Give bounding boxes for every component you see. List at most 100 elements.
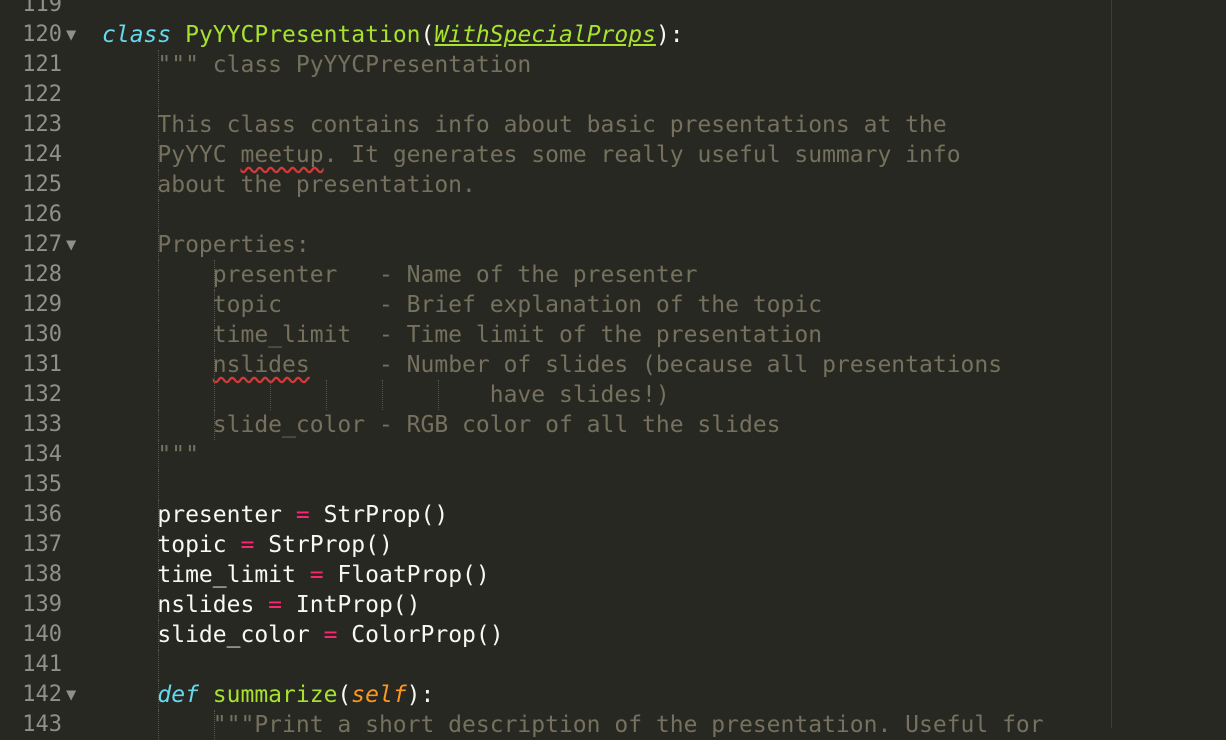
token-inh: WithSpecialProps	[434, 22, 656, 48]
code-line[interactable]: 137 topic = StrProp()	[0, 530, 1226, 560]
token-op: =	[268, 592, 283, 618]
token-op: =	[323, 622, 338, 648]
line-number: 127	[22, 232, 62, 257]
token-doc: """Print a short description of the pres…	[212, 712, 1044, 738]
fold-arrow-icon[interactable]: ▼	[66, 230, 76, 260]
spellcheck-word: meetup	[240, 142, 324, 168]
code-text: topic - Brief explanation of the topic	[102, 290, 822, 320]
code-line[interactable]: 122	[0, 80, 1226, 110]
token-plain: IntProp()	[282, 592, 421, 618]
code-line[interactable]: 133 slide_color - RGB color of all the s…	[0, 410, 1226, 440]
code-text: """ class PyYYCPresentation	[102, 50, 531, 80]
token-plain: ColorProp()	[337, 622, 504, 648]
line-number: 139	[22, 592, 62, 617]
code-text: def summarize(self):	[102, 680, 434, 710]
code-text: time_limit - Time limit of the presentat…	[102, 320, 822, 350]
fold-arrow-icon[interactable]: ▼	[66, 20, 76, 50]
fold-arrow-icon[interactable]: ▼	[66, 680, 76, 710]
code-text: slide_color - RGB color of all the slide…	[102, 410, 781, 440]
line-number: 129	[22, 292, 62, 317]
line-number: 121	[22, 52, 62, 77]
token-doc: PyYYC	[157, 142, 241, 168]
line-number: 134	[22, 442, 62, 467]
code-line[interactable]: 138 time_limit = FloatProp()	[0, 560, 1226, 590]
code-line[interactable]: 125 about the presentation.	[0, 170, 1226, 200]
token-op: =	[309, 562, 324, 588]
line-number: 142	[22, 682, 62, 707]
token-doc: """ class PyYYCPresentation	[157, 52, 532, 78]
line-number: 138	[22, 562, 62, 587]
code-line[interactable]: 135	[0, 470, 1226, 500]
code-line[interactable]: 128 presenter - Name of the presenter	[0, 260, 1226, 290]
indent-guide	[158, 80, 159, 110]
code-line[interactable]: 120 ▼ class PyYYCPresentation(WithSpecialP…	[0, 20, 1226, 50]
token-doc: - Number of slides (because all presenta…	[309, 352, 1003, 378]
token-plain: nslides	[102, 592, 269, 618]
code-text: nslides = IntProp()	[102, 590, 421, 620]
token-plain: (	[337, 682, 352, 708]
token-plain: presenter	[102, 502, 296, 528]
code-editor[interactable]: 119 120 ▼ class PyYYCPresentation(WithSpeci…	[0, 0, 1226, 740]
code-text: class PyYYCPresentation(WithSpecialProps…	[102, 20, 684, 50]
code-text: This class contains info about basic pre…	[102, 110, 946, 140]
code-line[interactable]: 127 ▼ Properties:	[0, 230, 1226, 260]
code-line[interactable]: 136 presenter = StrProp()	[0, 500, 1226, 530]
line-number: 128	[22, 262, 62, 287]
code-line[interactable]: 121 """ class PyYYCPresentation	[0, 50, 1226, 80]
token-doc: Properties:	[157, 232, 310, 258]
line-number: 120	[22, 22, 62, 47]
spellcheck-word: nslides	[212, 352, 310, 378]
token-kw: def	[157, 682, 199, 708]
code-text: """	[102, 440, 199, 470]
token-plain: FloatProp()	[323, 562, 490, 588]
code-line[interactable]: 134 """	[0, 440, 1226, 470]
line-number: 126	[22, 202, 62, 227]
token-plain: StrProp()	[309, 502, 449, 528]
line-number: 122	[22, 82, 62, 107]
code-line[interactable]: 141	[0, 650, 1226, 680]
code-text: presenter = StrProp()	[102, 500, 448, 530]
code-line[interactable]: 126	[0, 200, 1226, 230]
line-number: 125	[22, 172, 62, 197]
code-text: nslides - Number of slides (because all …	[102, 350, 1002, 380]
line-number: 124	[22, 142, 62, 167]
code-line[interactable]: 140 slide_color = ColorProp()	[0, 620, 1226, 650]
code-line[interactable]: 132 have slides!)	[0, 380, 1226, 410]
line-number: 119	[22, 0, 62, 17]
code-text: topic = StrProp()	[102, 530, 392, 560]
token-op: =	[240, 532, 255, 558]
code-text: presenter - Name of the presenter	[102, 260, 698, 290]
token-plain: (	[420, 22, 435, 48]
indent-guide	[158, 470, 159, 500]
line-number: 141	[22, 652, 62, 677]
code-text: have slides!)	[102, 380, 670, 410]
code-line[interactable]: 124 PyYYC meetup. It generates some real…	[0, 140, 1226, 170]
line-number: 143	[22, 712, 62, 737]
code-line[interactable]: 130 time_limit - Time limit of the prese…	[0, 320, 1226, 350]
code-line[interactable]: 123 This class contains info about basic…	[0, 110, 1226, 140]
code-line[interactable]: 143 """Print a short description of the …	[0, 710, 1226, 740]
code-line[interactable]: 131 nslides - Number of slides (because …	[0, 350, 1226, 380]
token-doc: """	[157, 442, 199, 468]
token-cls: PyYYCPresentation	[185, 22, 421, 48]
code-text: Properties:	[102, 230, 310, 260]
code-line[interactable]: 119	[0, 0, 1226, 20]
token-plain: topic	[102, 532, 241, 558]
code-line[interactable]: 139 nslides = IntProp()	[0, 590, 1226, 620]
token-doc: topic - Brief explanation of the topic	[212, 292, 823, 318]
line-number: 136	[22, 502, 62, 527]
code-line[interactable]: 142 ▼ def summarize(self):	[0, 680, 1226, 710]
code-line[interactable]: 129 topic - Brief explanation of the top…	[0, 290, 1226, 320]
